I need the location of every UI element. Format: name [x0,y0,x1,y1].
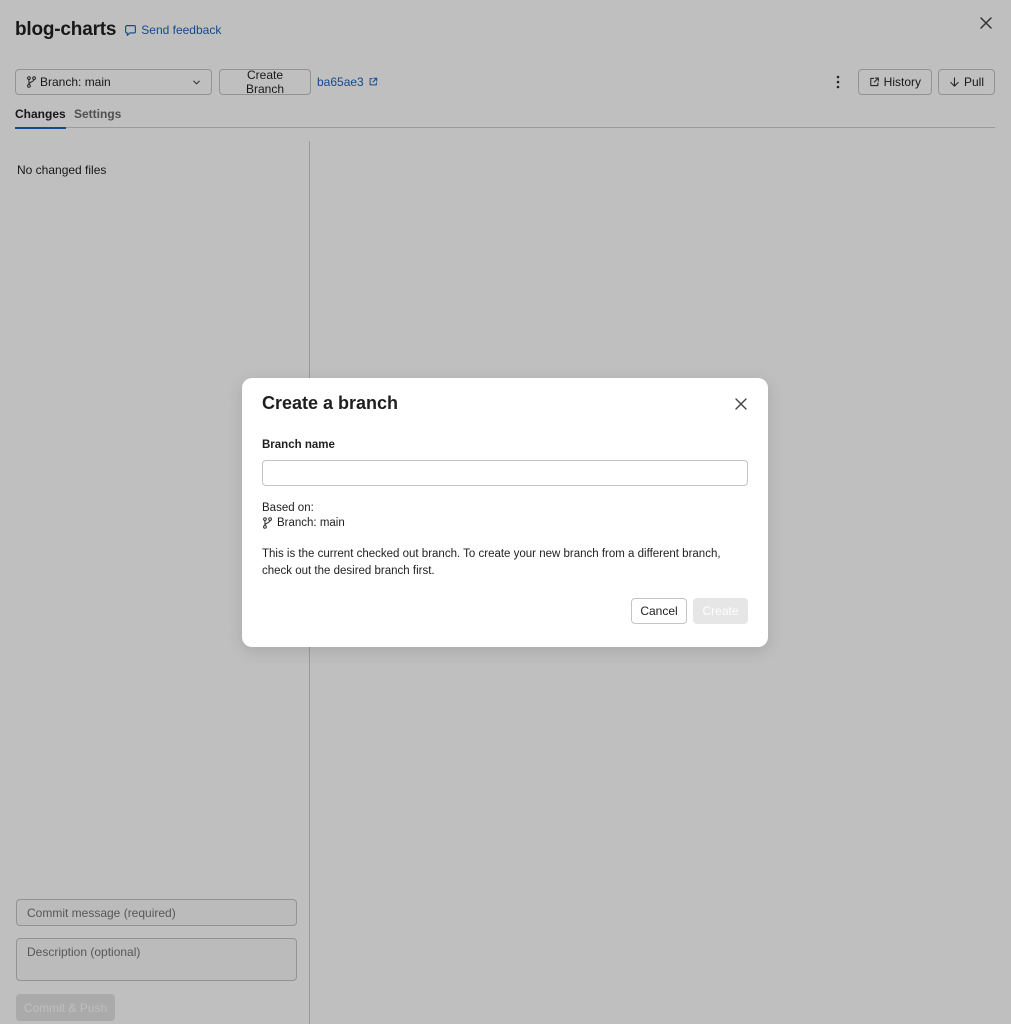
git-branch-icon [263,517,272,529]
dialog-title: Create a branch [262,393,399,413]
based-on-branch-label: Branch: main [277,517,345,529]
create-button[interactable]: Create [693,598,748,624]
git-panel: blog-charts Send feedback Branch: main C… [0,0,1011,1024]
cancel-button[interactable]: Cancel [631,598,687,624]
close-icon[interactable] [734,397,748,411]
create-branch-dialog: Create a branch Branch name Based on: Br… [242,378,768,647]
branch-name-label: Branch name [262,439,335,451]
branch-name-input[interactable] [262,460,748,486]
help-text: This is the current checked out branch. … [262,548,721,577]
based-on-label: Based on: [262,502,314,514]
based-on-branch: Branch: main [262,517,345,529]
